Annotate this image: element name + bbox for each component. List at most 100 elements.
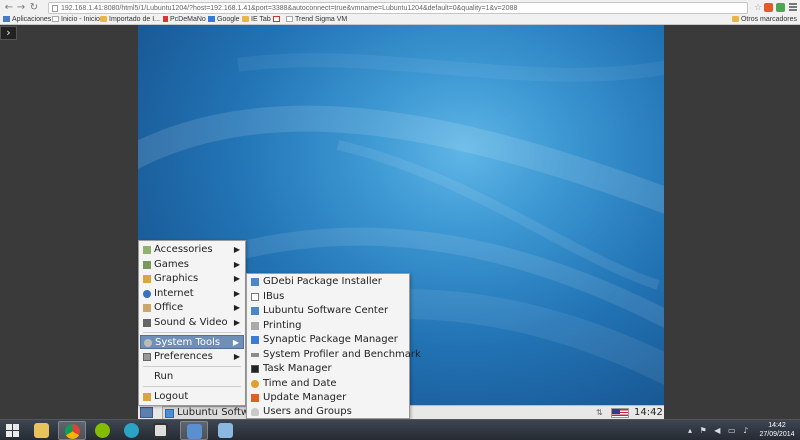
menu-separator xyxy=(143,386,241,387)
app-window-icon xyxy=(218,423,233,438)
bookmark-item[interactable]: Google xyxy=(208,14,240,25)
submenu-arrow-icon: ▶ xyxy=(233,260,240,269)
bookmark-gmail[interactable] xyxy=(273,14,282,25)
software-center-icon xyxy=(165,409,174,418)
bookmark-item[interactable]: Inicio - Inicio xyxy=(52,14,100,25)
system-tray: ▴ ⚑ ◀ ▭ ♪ xyxy=(688,426,753,436)
profiler-icon xyxy=(251,353,259,357)
menu-item-office[interactable]: Office ▶ xyxy=(140,301,244,315)
q-app-icon xyxy=(124,423,139,438)
extension-icon[interactable] xyxy=(764,3,773,12)
taskbar-date: 27/09/2014 xyxy=(759,431,795,438)
bookmark-item[interactable]: PcDeMaNo xyxy=(163,14,206,25)
address-bar[interactable]: 192.168.1.41:8080/html5/1/Lubuntu1204/?h… xyxy=(48,2,748,14)
preferences-icon xyxy=(143,353,151,361)
games-icon xyxy=(143,261,151,269)
menu-item-logout[interactable]: Logout xyxy=(140,390,244,404)
clock-icon xyxy=(251,380,259,388)
taskbar-explorer[interactable] xyxy=(28,421,56,440)
software-center-icon xyxy=(251,307,259,315)
folder-icon xyxy=(242,16,249,22)
submenu-arrow-icon: ▶ xyxy=(233,274,240,283)
submenu-arrow-icon: ▶ xyxy=(233,352,240,361)
keyboard-layout-flag-icon[interactable] xyxy=(611,408,629,418)
bookmark-star-icon[interactable]: ☆ xyxy=(754,2,762,14)
graphics-icon xyxy=(143,275,151,283)
google-icon xyxy=(208,16,215,22)
forward-icon[interactable]: → xyxy=(15,2,27,14)
task-manager-icon xyxy=(251,365,259,373)
submenu-item-users-groups[interactable]: Users and Groups xyxy=(249,405,407,419)
submenu-item-synaptic[interactable]: Synaptic Package Manager xyxy=(249,333,407,347)
menu-item-system-tools[interactable]: System Tools ▶ xyxy=(140,335,244,349)
tray-arrow-icon[interactable]: ▴ xyxy=(688,426,692,435)
reload-icon[interactable]: ↻ xyxy=(28,2,40,14)
flag-icon[interactable]: ⚑ xyxy=(700,426,707,435)
page-icon xyxy=(52,16,59,22)
bookmark-apps[interactable]: Aplicaciones xyxy=(3,14,51,25)
submenu-item-printing[interactable]: Printing xyxy=(249,319,407,333)
internet-globe-icon xyxy=(143,290,151,298)
submenu-arrow-icon: ▶ xyxy=(233,289,240,298)
page-icon xyxy=(286,16,293,22)
expand-sidebar-button[interactable]: › xyxy=(0,26,17,40)
bookmark-folder[interactable]: IE Tab xyxy=(242,14,271,25)
viewer-margin-right xyxy=(664,25,800,411)
bookmark-item[interactable]: Trend Sigma VM xyxy=(286,14,347,25)
submenu-item-update-manager[interactable]: Update Manager xyxy=(249,391,407,405)
update-manager-icon xyxy=(251,394,259,402)
windows-taskbar: ▴ ⚑ ◀ ▭ ♪ 14:42 27/09/2014 xyxy=(0,419,800,440)
submenu-item-software-center[interactable]: Lubuntu Software Center xyxy=(249,304,407,318)
taskbar-remote-desktop[interactable] xyxy=(180,421,208,440)
speaker-icon[interactable]: ◀ xyxy=(714,426,720,435)
apps-grid-icon xyxy=(3,16,10,22)
menu-item-internet[interactable]: Internet ▶ xyxy=(140,287,244,301)
bookmarks-bar: Aplicaciones Inicio - Inicio Importado d… xyxy=(0,14,800,25)
chrome-menu-icon[interactable] xyxy=(789,3,797,12)
volume-icon[interactable]: ♪ xyxy=(743,426,748,435)
menu-item-run[interactable]: Run xyxy=(140,370,244,384)
submenu-arrow-icon: ▶ xyxy=(233,318,240,327)
remote-desktop-icon xyxy=(187,424,202,439)
panel-clock[interactable]: 14:42 xyxy=(634,406,663,420)
printer-icon xyxy=(251,322,259,330)
back-icon[interactable]: ← xyxy=(3,2,15,14)
taskbar-app[interactable] xyxy=(212,421,240,440)
taskbar-camera[interactable] xyxy=(147,421,175,440)
menu-item-sound-video[interactable]: Sound & Video ▶ xyxy=(140,316,244,330)
folder-icon xyxy=(731,16,739,22)
accessories-icon xyxy=(143,246,151,254)
menu-item-games[interactable]: Games ▶ xyxy=(140,258,244,272)
menu-item-accessories[interactable]: Accessories ▶ xyxy=(140,243,244,257)
panel-menu-icon[interactable] xyxy=(140,407,153,418)
network-monitor-icon[interactable]: ▭ xyxy=(728,426,736,435)
package-installer-icon xyxy=(251,278,259,286)
submenu-item-system-profiler[interactable]: System Profiler and Benchmark xyxy=(249,348,421,362)
taskbar-clock[interactable]: 14:42 27/09/2014 xyxy=(758,421,796,439)
chrome-icon xyxy=(65,424,80,439)
panel-taskbutton[interactable]: Lubuntu Software Center xyxy=(162,406,248,420)
taskbar-app-q[interactable] xyxy=(118,421,146,440)
submenu-item-gdebi[interactable]: GDebi Package Installer xyxy=(249,275,407,289)
camera-icon xyxy=(153,423,168,438)
browser-toolbar: ← → ↻ 192.168.1.41:8080/html5/1/Lubuntu1… xyxy=(0,0,800,25)
synaptic-icon xyxy=(251,336,259,344)
extension-icon[interactable] xyxy=(776,3,785,12)
windows-start-icon[interactable] xyxy=(6,424,20,437)
url-text: 192.168.1.41:8080/html5/1/Lubuntu1204/?h… xyxy=(61,5,518,12)
taskbar-chrome[interactable] xyxy=(58,421,86,440)
menu-item-preferences[interactable]: Preferences ▶ xyxy=(140,350,244,364)
submenu-item-time-date[interactable]: Time and Date xyxy=(249,377,407,391)
other-bookmarks[interactable]: Otros marcadores xyxy=(731,14,797,25)
submenu-item-task-manager[interactable]: Task Manager xyxy=(249,362,407,376)
pin-icon xyxy=(163,16,168,22)
application-menu: Accessories ▶ Games ▶ Graphics ▶ Internet ▶ … xyxy=(138,240,246,406)
menu-item-graphics[interactable]: Graphics ▶ xyxy=(140,272,244,286)
taskbar-spotify[interactable] xyxy=(89,421,117,440)
page-icon xyxy=(52,5,58,12)
network-icon[interactable]: ⇅ xyxy=(596,409,606,417)
bookmark-folder[interactable]: Importado de I... xyxy=(100,14,160,25)
sound-video-icon xyxy=(143,319,151,327)
submenu-item-ibus[interactable]: IBus xyxy=(249,290,407,304)
system-tools-gear-icon xyxy=(144,339,152,347)
